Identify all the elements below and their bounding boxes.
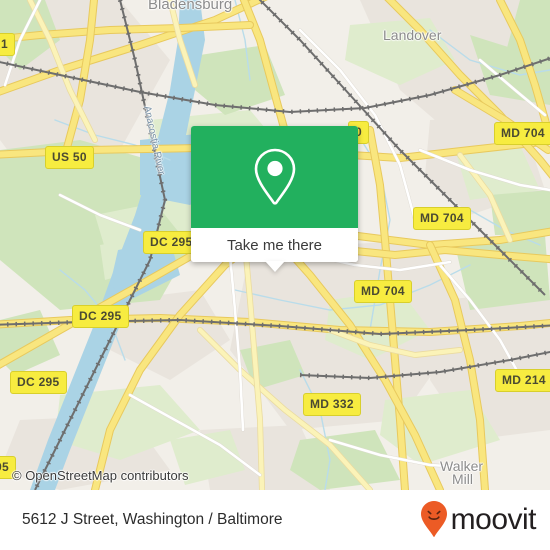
moovit-pin-icon <box>420 501 447 537</box>
osm-attribution[interactable]: © OpenStreetMap contributors <box>12 468 189 483</box>
shield-us-1: 1 <box>0 33 15 56</box>
screenshot-root: .land { fill:#f2efe9; } .resid { fill:#e… <box>0 0 550 550</box>
popup-cta-label: Take me there <box>226 236 323 254</box>
map-canvas[interactable]: .land { fill:#f2efe9; } .resid { fill:#e… <box>0 0 550 490</box>
footer-bar: 5612 J Street, Washington / Baltimore mo… <box>0 490 550 550</box>
map-pin-icon <box>254 148 295 205</box>
shield-dc-295-lower: DC 295 <box>10 371 67 394</box>
shield-dc-295-mid: DC 295 <box>72 305 129 328</box>
destination-popup[interactable]: Take me there <box>191 126 358 272</box>
shield-md-704-low: MD 704 <box>354 280 412 303</box>
shield-md-214: MD 214 <box>495 369 550 392</box>
shield-md-704-mid: MD 704 <box>413 207 471 230</box>
popup-cta[interactable]: Take me there <box>191 228 358 262</box>
moovit-wordmark: moovit <box>450 503 537 536</box>
shield-us-50: US 50 <box>45 146 94 169</box>
popup-header <box>191 126 358 228</box>
shield-md-332: MD 332 <box>303 393 361 416</box>
popup-tail-arrow <box>264 261 285 272</box>
moovit-logo[interactable]: moovit <box>419 500 537 540</box>
shield-md-704-top: MD 704 <box>494 122 550 145</box>
address-label: 5612 J Street, Washington / Baltimore <box>22 511 283 528</box>
